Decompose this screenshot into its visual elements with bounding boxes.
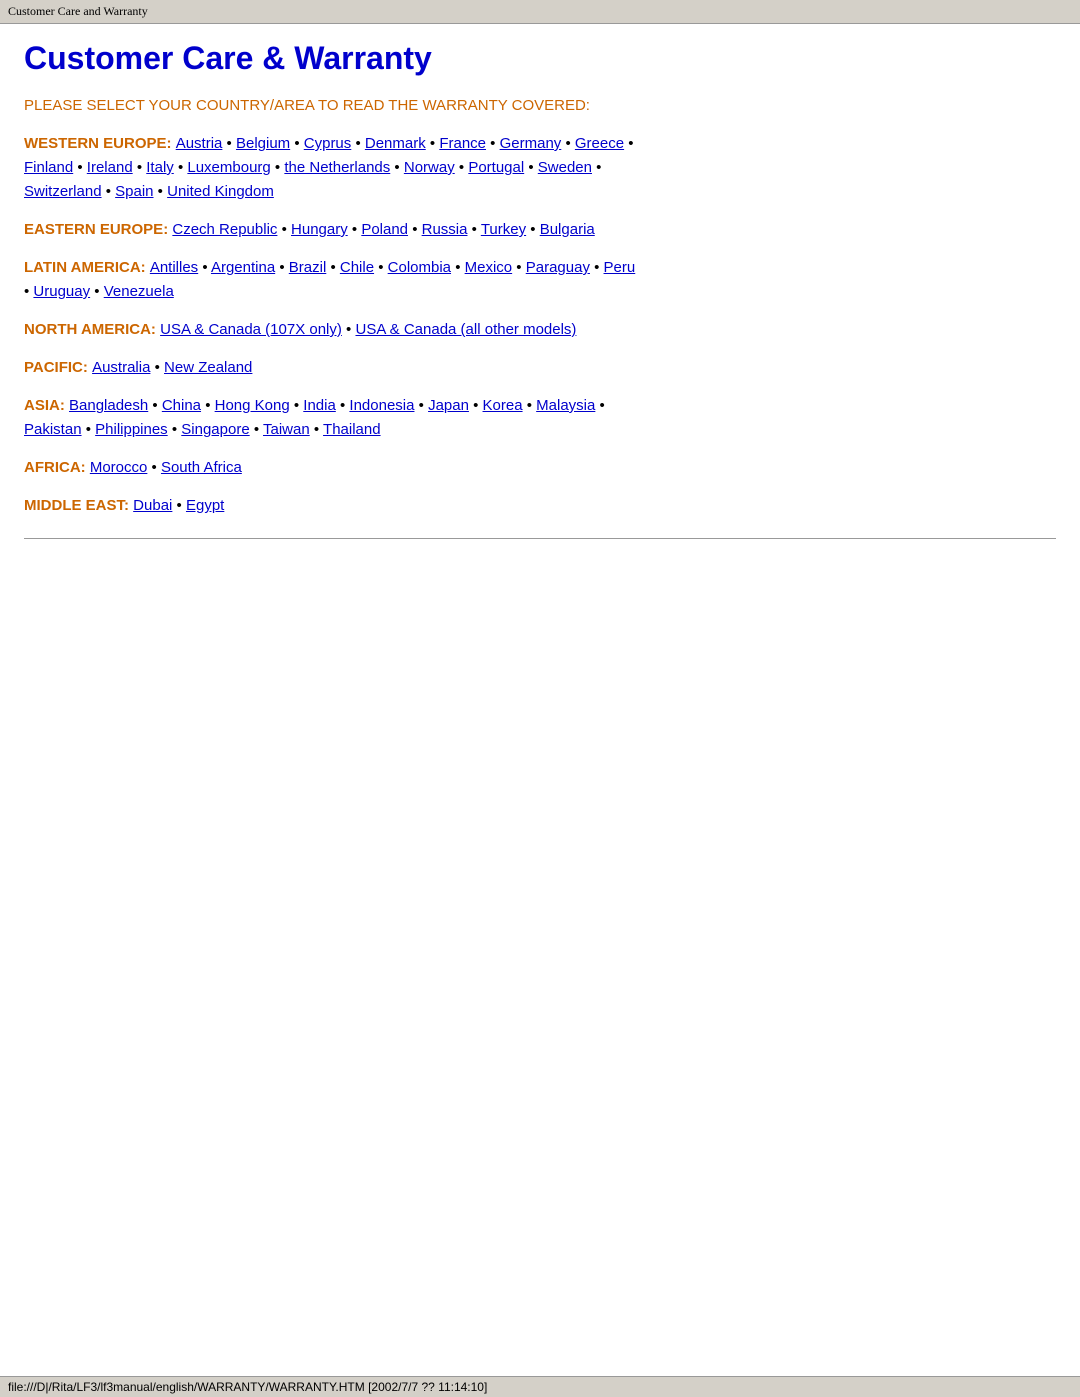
tab-title: Customer Care and Warranty	[8, 4, 148, 18]
link-australia[interactable]: Australia	[92, 359, 150, 376]
link-brazil[interactable]: Brazil	[289, 259, 327, 276]
link-spain[interactable]: Spain	[115, 183, 153, 200]
region-label-north-america: NORTH AMERICA:	[24, 321, 160, 338]
link-indonesia[interactable]: Indonesia	[349, 397, 414, 414]
link-colombia[interactable]: Colombia	[388, 259, 451, 276]
link-belgium[interactable]: Belgium	[236, 135, 290, 152]
region-label-eastern-europe: EASTERN EUROPE:	[24, 221, 172, 238]
link-france[interactable]: France	[439, 135, 486, 152]
link-russia[interactable]: Russia	[422, 221, 468, 238]
link-chile[interactable]: Chile	[340, 259, 374, 276]
link-south-africa[interactable]: South Africa	[161, 459, 242, 476]
region-asia: ASIA: Bangladesh • China • Hong Kong • I…	[24, 394, 1056, 442]
instruction-text: PLEASE SELECT YOUR COUNTRY/AREA TO READ …	[24, 97, 1056, 114]
link-philippines[interactable]: Philippines	[95, 421, 168, 438]
link-sweden[interactable]: Sweden	[538, 159, 592, 176]
link-germany[interactable]: Germany	[500, 135, 562, 152]
region-north-america: NORTH AMERICA: USA & Canada (107X only) …	[24, 318, 1056, 342]
link-taiwan[interactable]: Taiwan	[263, 421, 310, 438]
region-western-europe: WESTERN EUROPE: Austria • Belgium • Cypr…	[24, 132, 1056, 204]
tab-bar: Customer Care and Warranty	[0, 0, 1080, 24]
region-label-africa: AFRICA:	[24, 459, 90, 476]
link-hungary[interactable]: Hungary	[291, 221, 348, 238]
link-uruguay[interactable]: Uruguay	[33, 283, 90, 300]
link-new-zealand[interactable]: New Zealand	[164, 359, 252, 376]
link-luxembourg[interactable]: Luxembourg	[187, 159, 270, 176]
region-eastern-europe: EASTERN EUROPE: Czech Republic • Hungary…	[24, 218, 1056, 242]
link-austria[interactable]: Austria	[176, 135, 223, 152]
link-antilles[interactable]: Antilles	[150, 259, 198, 276]
link-pakistan[interactable]: Pakistan	[24, 421, 82, 438]
region-pacific: PACIFIC: Australia • New Zealand	[24, 356, 1056, 380]
link-thailand[interactable]: Thailand	[323, 421, 381, 438]
link-bulgaria[interactable]: Bulgaria	[540, 221, 595, 238]
link-china[interactable]: China	[162, 397, 201, 414]
link-mexico[interactable]: Mexico	[465, 259, 513, 276]
link-india[interactable]: India	[303, 397, 336, 414]
status-bar: file:///D|/Rita/LF3/lf3manual/english/WA…	[0, 1376, 1080, 1397]
link-argentina[interactable]: Argentina	[211, 259, 275, 276]
link-portugal[interactable]: Portugal	[468, 159, 524, 176]
link-paraguay[interactable]: Paraguay	[526, 259, 590, 276]
link-egypt[interactable]: Egypt	[186, 497, 224, 514]
link-czech-republic[interactable]: Czech Republic	[172, 221, 277, 238]
link-peru[interactable]: Peru	[604, 259, 636, 276]
link-italy[interactable]: Italy	[146, 159, 174, 176]
link-united-kingdom[interactable]: United Kingdom	[167, 183, 274, 200]
link-cyprus[interactable]: Cyprus	[304, 135, 352, 152]
link-usa-canada-107x[interactable]: USA & Canada (107X only)	[160, 321, 342, 338]
link-singapore[interactable]: Singapore	[181, 421, 249, 438]
link-poland[interactable]: Poland	[361, 221, 408, 238]
link-finland[interactable]: Finland	[24, 159, 73, 176]
region-label-middle-east: MIDDLE EAST:	[24, 497, 133, 514]
link-usa-canada-all[interactable]: USA & Canada (all other models)	[355, 321, 576, 338]
page-heading: Customer Care & Warranty	[24, 40, 1056, 77]
region-label-asia: ASIA:	[24, 397, 69, 414]
main-content: Customer Care & Warranty PLEASE SELECT Y…	[0, 24, 1080, 579]
region-middle-east: MIDDLE EAST: Dubai • Egypt	[24, 494, 1056, 518]
link-malaysia[interactable]: Malaysia	[536, 397, 595, 414]
link-greece[interactable]: Greece	[575, 135, 624, 152]
link-denmark[interactable]: Denmark	[365, 135, 426, 152]
link-bangladesh[interactable]: Bangladesh	[69, 397, 148, 414]
status-bar-text: file:///D|/Rita/LF3/lf3manual/english/WA…	[8, 1380, 487, 1394]
link-venezuela[interactable]: Venezuela	[104, 283, 174, 300]
link-morocco[interactable]: Morocco	[90, 459, 148, 476]
link-dubai[interactable]: Dubai	[133, 497, 172, 514]
separator-line	[24, 538, 1056, 539]
link-hong-kong[interactable]: Hong Kong	[215, 397, 290, 414]
link-norway[interactable]: Norway	[404, 159, 455, 176]
link-ireland[interactable]: Ireland	[87, 159, 133, 176]
region-label-latin-america: LATIN AMERICA:	[24, 259, 150, 276]
link-switzerland[interactable]: Switzerland	[24, 183, 102, 200]
region-label-pacific: PACIFIC:	[24, 359, 92, 376]
link-korea[interactable]: Korea	[483, 397, 523, 414]
region-latin-america: LATIN AMERICA: Antilles • Argentina • Br…	[24, 256, 1056, 304]
region-label-western-europe: WESTERN EUROPE:	[24, 135, 176, 152]
link-turkey[interactable]: Turkey	[481, 221, 526, 238]
link-netherlands[interactable]: the Netherlands	[284, 159, 390, 176]
link-japan[interactable]: Japan	[428, 397, 469, 414]
region-africa: AFRICA: Morocco • South Africa	[24, 456, 1056, 480]
